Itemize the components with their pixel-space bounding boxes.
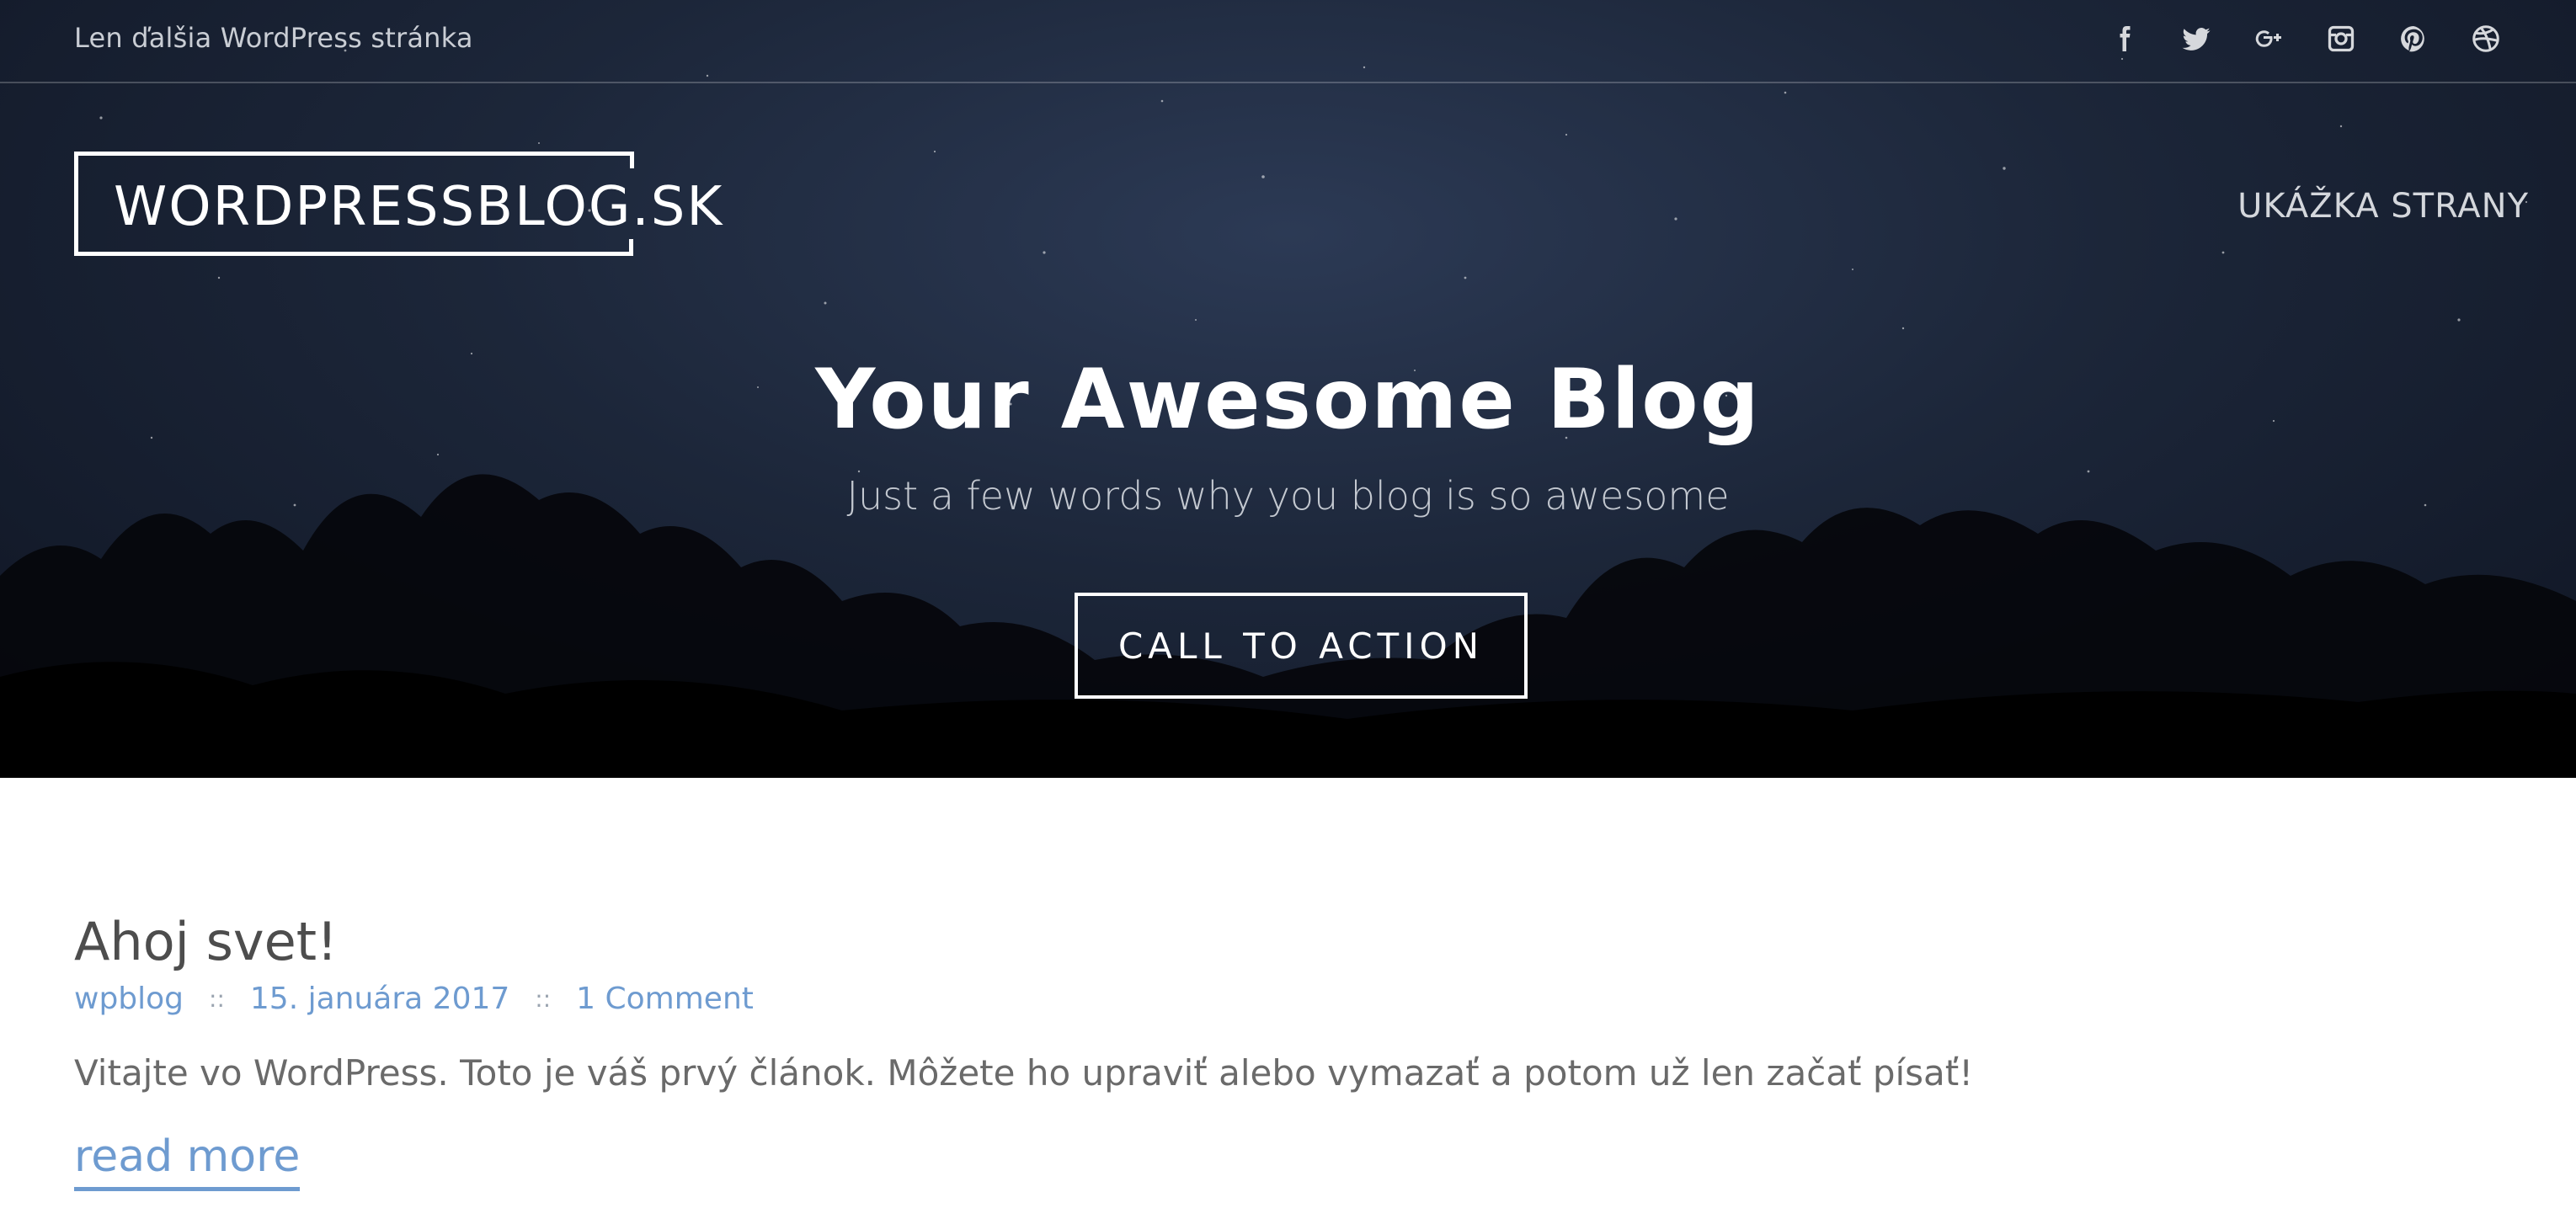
post-meta: wpblog :: 15. januára 2017 :: 1 Comment (74, 982, 754, 1016)
post-comments-link[interactable]: 1 Comment (576, 982, 754, 1016)
call-to-action-button[interactable]: CALL TO ACTION (1075, 593, 1528, 699)
logo-text: WORDPRESSBLOG.SK (114, 176, 724, 238)
post-date-link[interactable]: 15. januára 2017 (250, 982, 509, 1016)
hero-section: Len ďalšia WordPress stránka WORDPRESSBL… (0, 0, 2576, 778)
meta-separator: :: (535, 985, 552, 1013)
pinterest-icon[interactable] (2377, 15, 2450, 62)
site-tagline: Len ďalšia WordPress stránka (74, 22, 473, 54)
post-excerpt: Vitajte vo WordPress. Toto je váš prvý č… (74, 1052, 1974, 1094)
read-more-link[interactable]: read more (74, 1131, 301, 1191)
meta-separator: :: (209, 985, 225, 1013)
facebook-icon[interactable] (2088, 15, 2160, 62)
post-title[interactable]: Ahoj svet! (74, 911, 338, 972)
nav-item-sample-page[interactable]: UKÁŽKA STRANY (2237, 187, 2529, 226)
social-links (2088, 15, 2522, 62)
post-author-link[interactable]: wpblog (74, 982, 184, 1016)
site-logo[interactable]: WORDPRESSBLOG.SK (74, 152, 722, 256)
dribbble-icon[interactable] (2450, 15, 2522, 62)
google-plus-icon[interactable] (2232, 15, 2305, 62)
hero-subtitle: Just a few words why you blog is so awes… (846, 473, 1730, 519)
hero-title: Your Awesome Blog (815, 352, 1761, 448)
instagram-icon[interactable] (2305, 15, 2377, 62)
twitter-icon[interactable] (2160, 15, 2232, 62)
logo-frame-corner (629, 239, 633, 256)
top-bar: Len ďalšia WordPress stránka (0, 0, 2576, 83)
